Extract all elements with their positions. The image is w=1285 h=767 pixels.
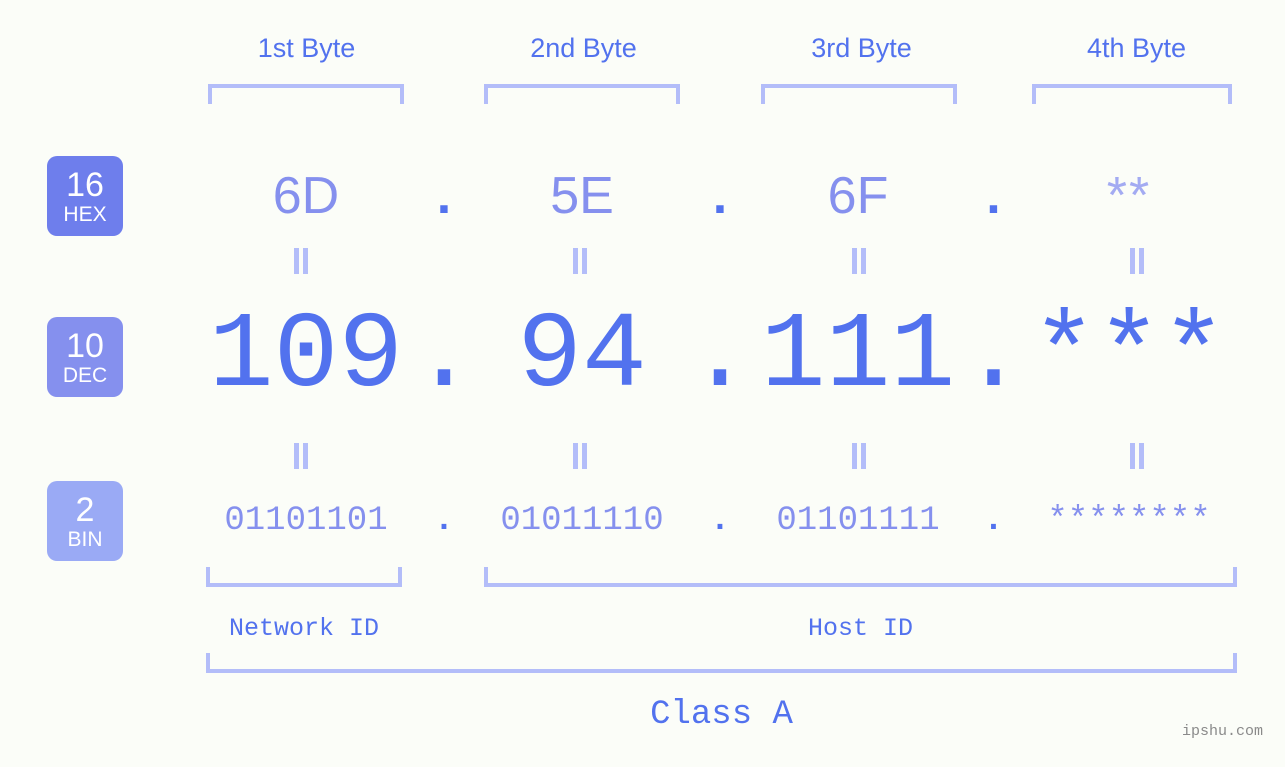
base-badge-hex: 16 HEX — [47, 156, 123, 236]
class-bracket — [206, 653, 1237, 673]
bin-byte-4: ******** — [1047, 502, 1211, 540]
hex-separator-3: . — [986, 167, 1001, 225]
bin-byte-1: 01101101 — [224, 502, 388, 540]
hex-row: 6D . 5E . 6F . ** — [140, 150, 1270, 242]
dec-byte-2: 94 — [517, 296, 647, 418]
base-badge-dec: 10 DEC — [47, 317, 123, 397]
bin-separator-1: . — [433, 502, 455, 540]
byte-header-2: 2nd Byte — [530, 33, 637, 63]
base-badge-dec-abbr: DEC — [62, 363, 108, 387]
host-id-bracket — [484, 567, 1237, 587]
hex-byte-1: 6D — [272, 167, 340, 225]
dec-byte-4: *** — [1031, 296, 1227, 418]
bin-separator-3: . — [983, 502, 1004, 540]
equals-connector-dec-bin-2 — [572, 443, 588, 469]
equals-connector-dec-bin-1 — [293, 443, 309, 469]
site-watermark: ipshu.com — [1181, 723, 1263, 740]
class-label: Class A — [650, 696, 793, 734]
byte-header-1: 1st Byte — [257, 33, 356, 63]
bin-separator-2: . — [709, 502, 731, 540]
dec-byte-3: 111 — [760, 296, 956, 418]
dec-byte-1: 109 — [208, 296, 404, 418]
equals-connector-hex-dec-4 — [1129, 248, 1145, 274]
equals-connector-hex-dec-3 — [851, 248, 867, 274]
base-badge-dec-number: 10 — [66, 326, 104, 365]
hex-byte-3: 6F — [827, 167, 889, 225]
dec-separator-2: . — [687, 296, 753, 418]
byte-bracket-4 — [1032, 84, 1232, 104]
ip-breakdown-canvas: 1st Byte 2nd Byte 3rd Byte 4th Byte 16 H… — [0, 0, 1285, 767]
dec-row: 109 . 94 . 111 . *** — [140, 290, 1270, 425]
equals-connector-hex-dec-1 — [293, 248, 309, 274]
byte-bracket-1 — [208, 84, 404, 104]
bin-byte-3: 01101111 — [776, 502, 940, 540]
bin-byte-2: 01011110 — [500, 502, 664, 540]
hex-byte-4: ** — [1106, 167, 1152, 225]
base-badge-bin: 2 BIN — [47, 481, 123, 561]
byte-header-3: 3rd Byte — [811, 33, 912, 63]
hex-separator-2: . — [712, 167, 728, 225]
network-id-bracket — [206, 567, 402, 587]
dec-separator-1: . — [411, 296, 477, 418]
base-badge-hex-abbr: HEX — [63, 202, 107, 226]
hex-separator-1: . — [436, 167, 452, 225]
network-id-label: Network ID — [228, 614, 380, 643]
base-badge-hex-number: 16 — [66, 165, 104, 204]
base-badge-bin-number: 2 — [75, 490, 95, 529]
byte-bracket-2 — [484, 84, 680, 104]
byte-header-4: 4th Byte — [1086, 33, 1187, 63]
dec-separator-3: . — [961, 296, 1026, 418]
host-id-label: Host ID — [807, 614, 914, 643]
equals-connector-dec-bin-4 — [1129, 443, 1145, 469]
hex-byte-2: 5E — [550, 167, 614, 225]
base-badge-bin-abbr: BIN — [67, 527, 103, 551]
byte-bracket-3 — [761, 84, 957, 104]
equals-connector-dec-bin-3 — [851, 443, 867, 469]
equals-connector-hex-dec-2 — [572, 248, 588, 274]
bin-row: 01101101 . 01011110 . 01101111 . *******… — [140, 490, 1270, 552]
